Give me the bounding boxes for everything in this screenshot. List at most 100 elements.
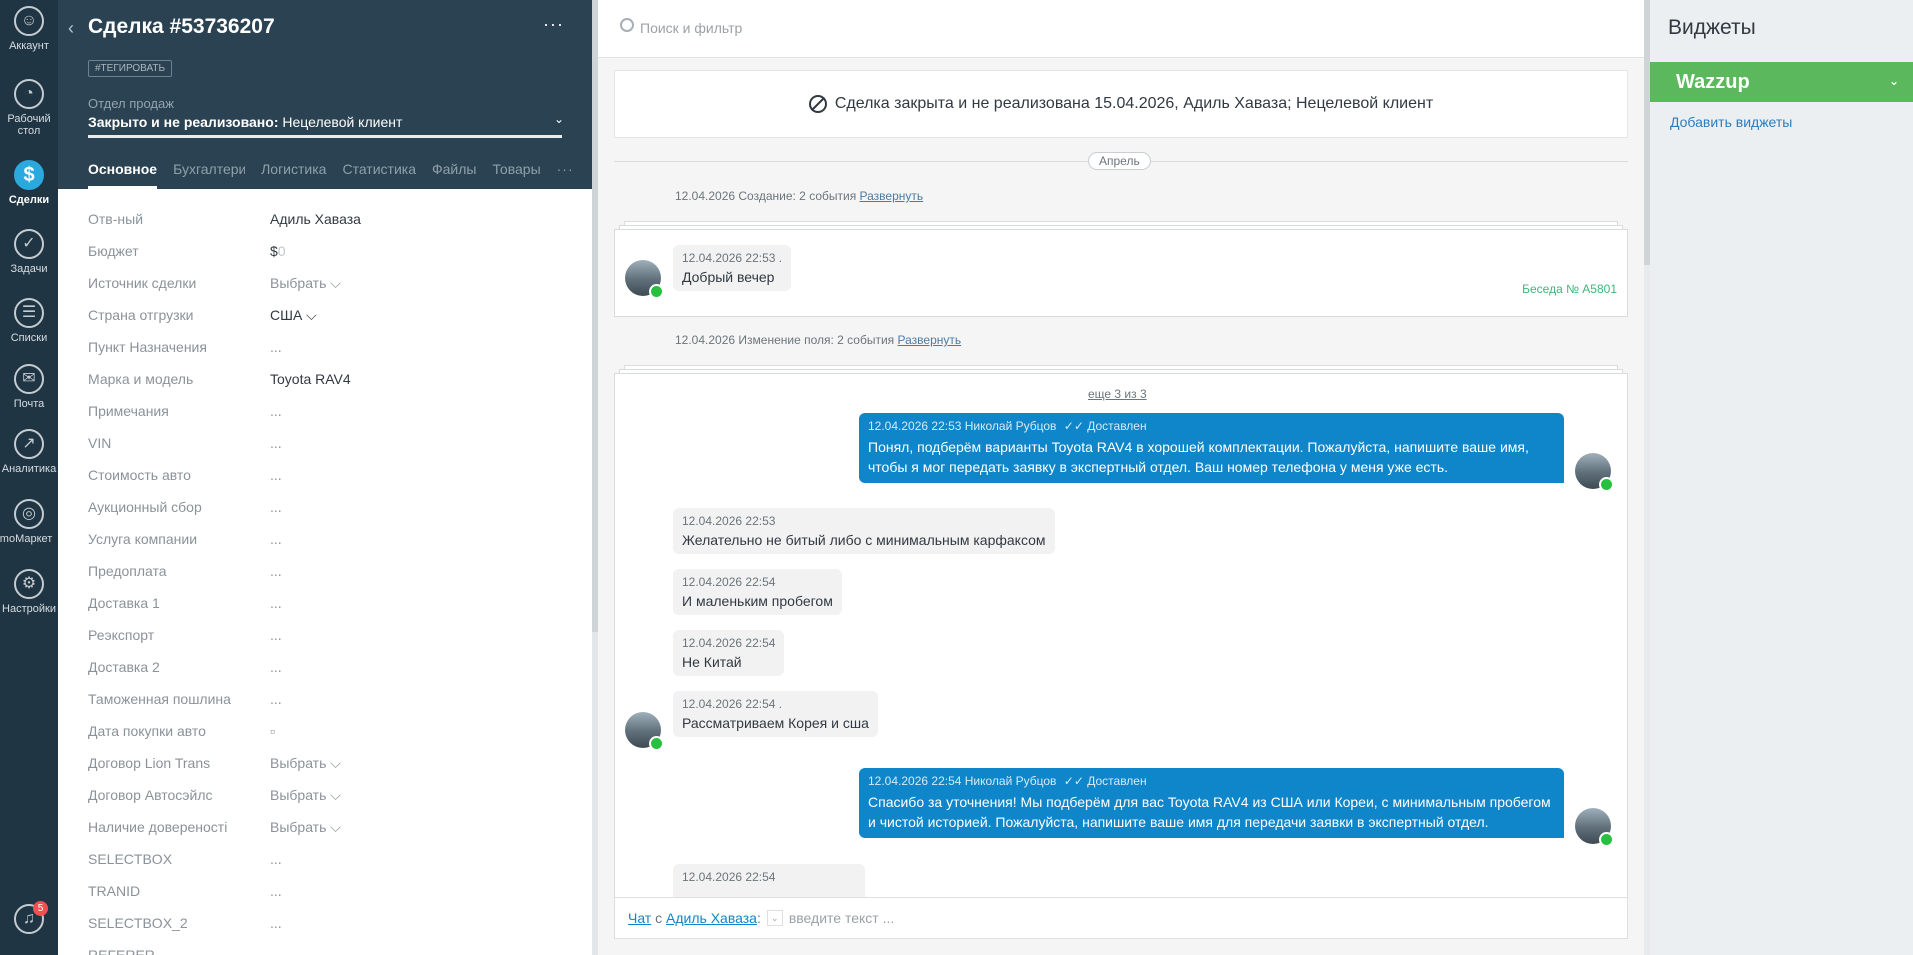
tab-statistics[interactable]: Статистика: [342, 158, 416, 189]
conversation-card: 12.04.2026 22:53 . Добрый вечер Беседа №…: [614, 229, 1628, 317]
nav-tasks[interactable]: ✓ Задачи: [0, 229, 58, 275]
nav-settings[interactable]: ⚙ Настройки: [0, 569, 58, 615]
field-value[interactable]: ...: [270, 595, 282, 611]
tab-logistics[interactable]: Логистика: [261, 158, 326, 189]
deal-fields: Отв-ный Адиль Хаваза Бюджет $0 Источник сд…: [88, 203, 568, 955]
field-value[interactable]: $0: [270, 243, 286, 259]
field-value[interactable]: ...: [270, 627, 282, 643]
incoming-message: 12.04.2026 22:54 . Рассматриваем Корея и…: [673, 691, 878, 737]
whatsapp-icon: [649, 736, 664, 751]
more-options-button[interactable]: ···: [543, 14, 564, 35]
search-input[interactable]: Поиск и фильтр: [640, 20, 742, 36]
tag-button[interactable]: #ТЕГИРОВАТЬ: [88, 60, 173, 77]
field-value[interactable]: ...: [270, 467, 282, 483]
field-value[interactable]: ...: [270, 691, 282, 707]
message-input[interactable]: введите текст ...: [789, 910, 894, 926]
chat-type-link[interactable]: Чат: [628, 910, 651, 926]
back-icon[interactable]: ‹: [68, 18, 74, 39]
field-value[interactable]: Toyota RAV4: [270, 371, 351, 387]
nav-deals[interactable]: $ Сделки: [0, 160, 58, 206]
whatsapp-icon: [649, 284, 664, 299]
tab-main[interactable]: Основное: [88, 158, 158, 189]
show-more-link[interactable]: еще 3 из 3: [1088, 387, 1147, 401]
nav-lists[interactable]: ☰ Списки: [0, 298, 58, 344]
tab-accounting[interactable]: Бухгалтерия: [173, 158, 245, 189]
field-select[interactable]: Выбрать ⌵: [270, 755, 341, 772]
whatsapp-icon: [1599, 477, 1614, 492]
add-widgets-link[interactable]: Добавить виджеты: [1670, 114, 1792, 130]
chevron-down-icon[interactable]: ⌄: [554, 112, 564, 126]
field-row: Реэкспорт...: [88, 627, 282, 643]
incoming-message: 12.04.2026 22:54 И маленьким пробегом: [673, 569, 842, 615]
field-value[interactable]: ...: [270, 339, 282, 355]
field-value[interactable]: Адиль Хаваза: [270, 211, 361, 227]
tasks-icon: ✓: [14, 229, 44, 259]
avatar: [1575, 453, 1614, 492]
month-label: Апрель: [1088, 152, 1151, 170]
pipeline-name: Отдел продаж: [88, 96, 174, 111]
chevron-down-icon[interactable]: ⌄: [766, 910, 783, 926]
activity-feed: Поиск и фильтр Сделка закрыта и не реали…: [598, 0, 1644, 955]
field-value[interactable]: ...: [270, 563, 282, 579]
chat-composer[interactable]: Чат с Адиль Хаваза : ⌄ введите текст ...: [614, 897, 1628, 939]
nav-market[interactable]: ◎ amoМаркет: [0, 499, 58, 545]
expand-link[interactable]: Развернуть: [860, 189, 924, 203]
field-value[interactable]: ...: [270, 851, 282, 867]
field-row: VIN...: [88, 435, 282, 451]
nav-notifications[interactable]: ♫: [0, 904, 58, 938]
avatar: [625, 712, 664, 751]
nav-dashboard[interactable]: ◔ Рабочий стол: [0, 79, 58, 137]
avatar: [1575, 808, 1614, 847]
field-row: Договор Автосэйлс Выбрать ⌵: [88, 786, 341, 804]
field-select[interactable]: Выбрать ⌵: [270, 819, 341, 836]
field-select[interactable]: Выбрать ⌵: [270, 787, 341, 804]
field-row: Наличие довереності Выбрать ⌵: [88, 818, 341, 836]
tab-more[interactable]: ···: [557, 158, 574, 189]
field-row: Дата покупки авто ▫: [88, 723, 275, 739]
ban-icon: [808, 95, 827, 113]
tab-files[interactable]: Файлы: [432, 158, 476, 189]
field-value[interactable]: ...: [270, 531, 282, 547]
field-select[interactable]: Выбрать ⌵: [270, 275, 341, 292]
field-value[interactable]: ...: [270, 659, 282, 675]
conversation-card: еще 3 из 3 12.04.2026 22:53 Николай Рубц…: [614, 373, 1628, 913]
search-bar[interactable]: Поиск и фильтр: [598, 0, 1644, 58]
whatsapp-icon: [1599, 832, 1614, 847]
field-value[interactable]: ...: [270, 915, 282, 931]
expand-link[interactable]: Развернуть: [898, 333, 962, 347]
field-row: Бюджет $0: [88, 243, 286, 259]
tab-products[interactable]: Товары: [492, 158, 540, 189]
incoming-message: 12.04.2026 22:54 Не Китай: [673, 630, 785, 676]
analytics-icon: ↗: [14, 429, 44, 459]
chevron-down-icon[interactable]: ⌄: [1889, 74, 1899, 88]
field-value[interactable]: ...: [270, 499, 282, 515]
dashboard-icon: ◔: [14, 79, 44, 109]
field-row: Доставка 2...: [88, 659, 282, 675]
deal-status[interactable]: Закрыто и не реализовано: Нецелевой клие…: [88, 114, 402, 130]
lists-icon: ☰: [14, 298, 44, 328]
field-select[interactable]: США ⌵: [270, 307, 317, 324]
user-icon: ☺: [14, 6, 44, 36]
field-row: Источник сделки Выбрать ⌵: [88, 274, 341, 292]
contact-link[interactable]: Адиль Хаваза: [666, 910, 757, 926]
wazzup-widget[interactable]: Wazzup ⌄: [1650, 62, 1913, 102]
notifications-badge: 5: [33, 901, 48, 916]
field-value[interactable]: ...: [270, 435, 282, 451]
field-row: TRANID...: [88, 883, 282, 899]
field-row: Предоплата...: [88, 563, 282, 579]
deal-closed-notice: Сделка закрыта и не реализована 15.04.20…: [614, 70, 1628, 138]
nav-account[interactable]: ☺ Аккаунт: [0, 6, 58, 52]
outgoing-message: 12.04.2026 22:53 Николай Рубцов ✓✓ Доста…: [859, 413, 1564, 483]
calendar-icon[interactable]: ▫: [270, 723, 275, 739]
field-row: SELECTBOX...: [88, 851, 282, 867]
conversation-number[interactable]: Беседа № A5801: [1522, 282, 1617, 296]
deal-title: Сделка #53736207: [88, 15, 275, 38]
field-row: Таможенная пошлина...: [88, 691, 282, 707]
field-row: REFERER: [88, 947, 155, 955]
field-row: SELECTBOX_2...: [88, 915, 282, 931]
nav-mail[interactable]: ✉ Почта: [0, 364, 58, 410]
field-row: Аукционный сбор...: [88, 499, 282, 515]
nav-analytics[interactable]: ↗ Аналитика: [0, 429, 58, 475]
field-value[interactable]: ...: [270, 883, 282, 899]
field-value[interactable]: ...: [270, 403, 282, 419]
